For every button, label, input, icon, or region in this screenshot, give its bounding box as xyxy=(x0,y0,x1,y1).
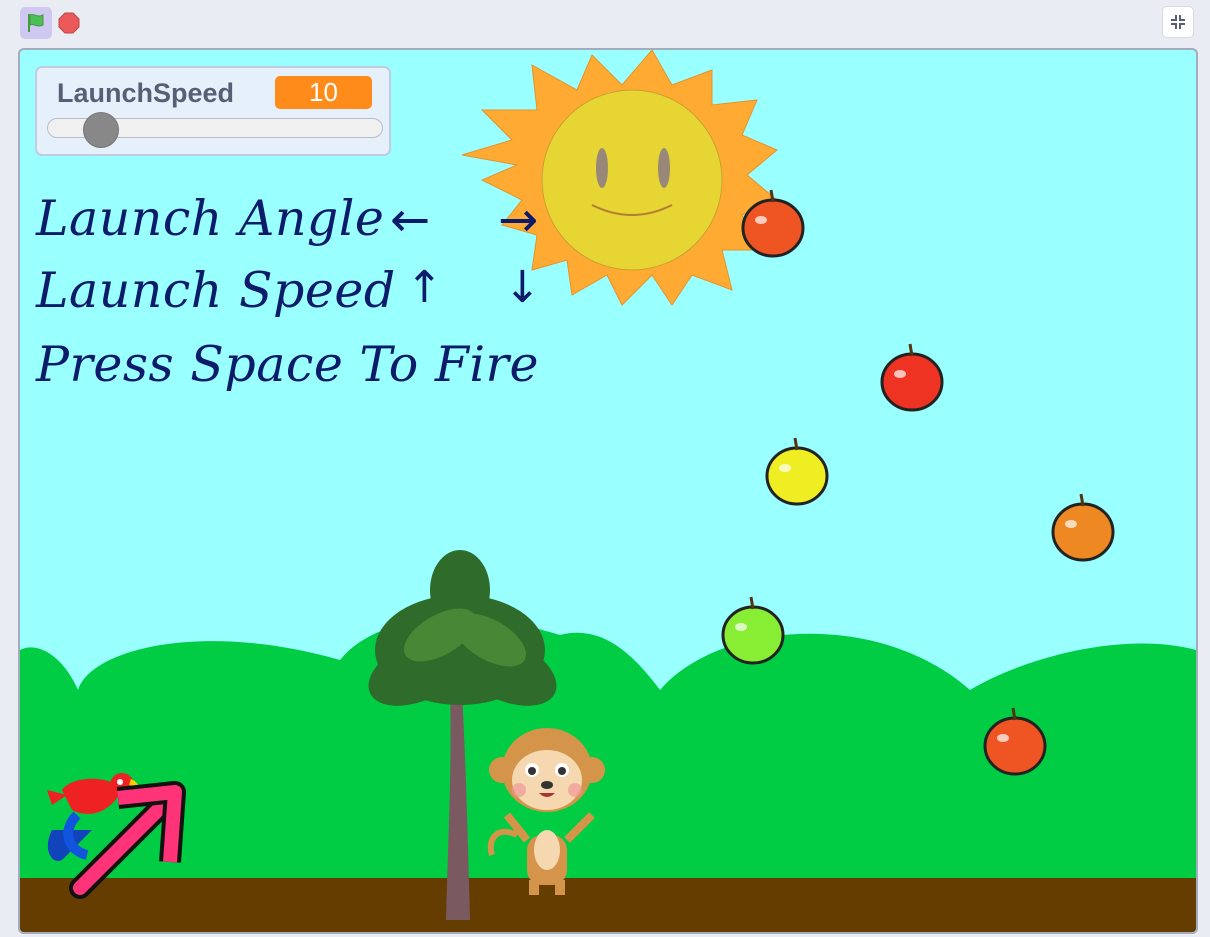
monitor-value: 10 xyxy=(275,76,372,109)
stage-header xyxy=(0,0,1210,46)
instruction-launch-angle: Launch Angle xyxy=(36,190,385,247)
instruction-launch-speed: Launch Speed xyxy=(36,262,396,319)
launch-speed-monitor: LaunchSpeed 10 xyxy=(35,66,391,156)
left-arrow-key-hint: ← xyxy=(390,192,431,248)
stop-sign-icon xyxy=(58,12,80,34)
apple-orange xyxy=(1051,493,1115,562)
stop-button[interactable] xyxy=(57,11,81,35)
slider-knob[interactable] xyxy=(83,112,120,148)
monitor-label: LaunchSpeed xyxy=(57,78,235,108)
green-flag-button[interactable] xyxy=(20,7,52,39)
apple-green xyxy=(721,596,785,665)
ground xyxy=(20,878,1196,932)
exit-fullscreen-button[interactable] xyxy=(1162,6,1194,38)
instruction-press-space: Press Space To Fire xyxy=(36,336,539,393)
stage-backdrop xyxy=(20,50,1196,932)
right-arrow-key-hint: → xyxy=(498,192,539,248)
green-flag-icon xyxy=(28,14,44,32)
apple-red xyxy=(880,343,944,412)
apple-yellow xyxy=(765,437,829,506)
down-arrow-key-hint: ↓ xyxy=(504,262,541,313)
up-arrow-key-hint: ↑ xyxy=(406,262,443,313)
exit-fullscreen-icon xyxy=(1171,15,1185,29)
stage[interactable]: LaunchSpeed 10 Launch Angle ← → Launch S… xyxy=(18,48,1198,934)
